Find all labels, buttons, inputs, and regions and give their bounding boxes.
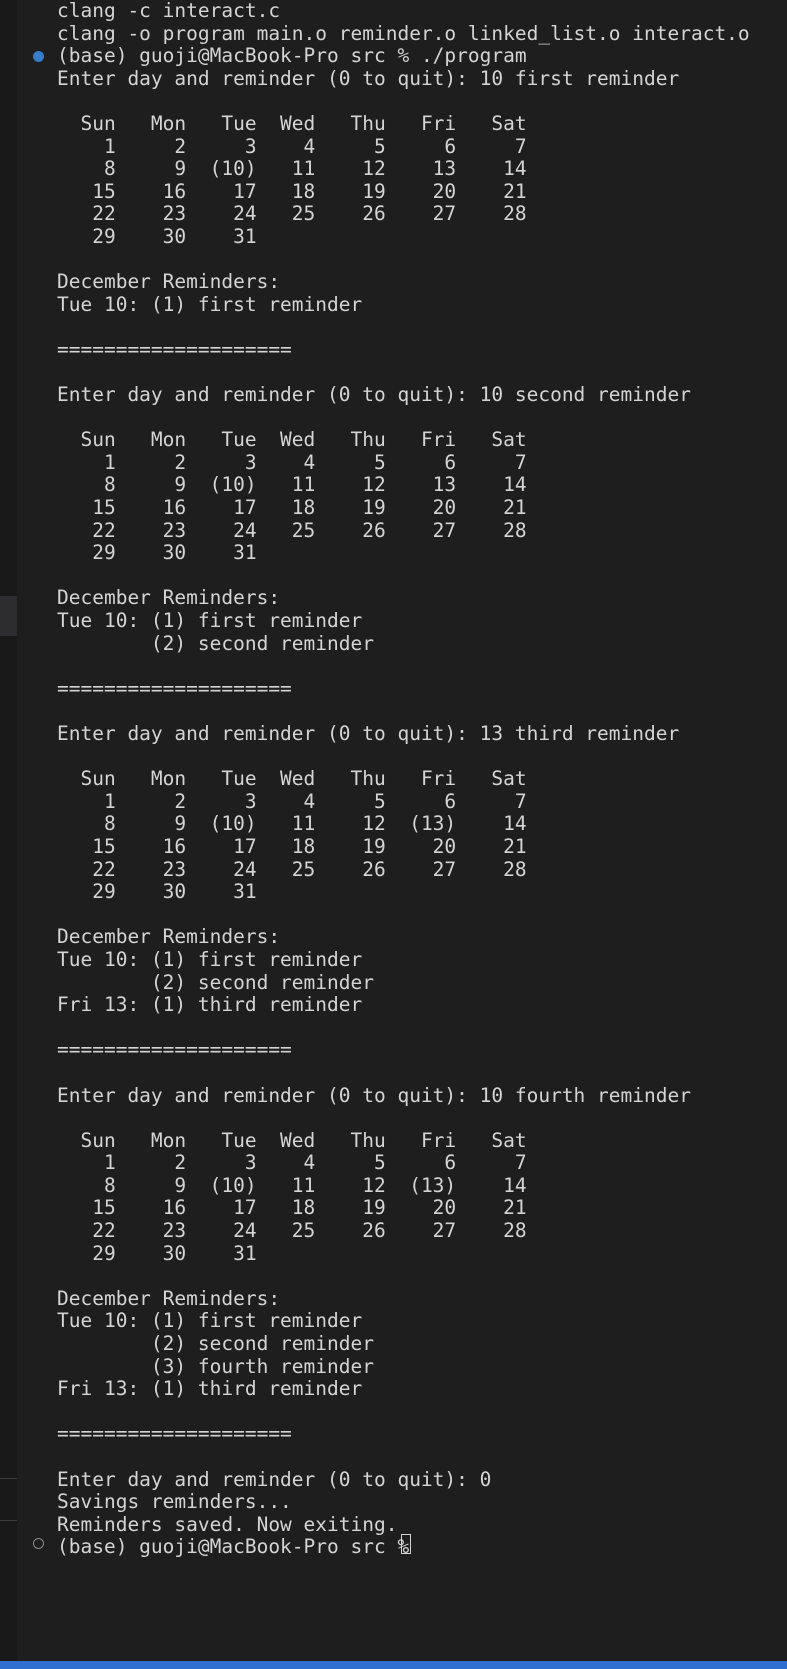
gutter-highlight (0, 596, 17, 636)
terminal-output[interactable]: clang -c interact.c clang -o program main… (57, 0, 787, 1559)
terminal-line: Sun Mon Tue Wed Thu Fri Sat (57, 1128, 527, 1152)
terminal-line: 15 16 17 18 19 20 21 (57, 496, 527, 520)
terminal-line: Enter day and reminder (0 to quit): 10 f… (57, 66, 680, 90)
terminal-window[interactable]: clang -c interact.c clang -o program main… (0, 0, 787, 1669)
terminal-line: Enter day and reminder (0 to quit): 10 s… (57, 383, 691, 407)
terminal-line: 1 2 3 4 5 6 7 (57, 134, 527, 158)
terminal-line: 8 9 (10) 11 12 (13) 14 (57, 1173, 527, 1197)
terminal-line: (base) guoji@MacBook-Pro src % (57, 1535, 421, 1559)
terminal-line: 15 16 17 18 19 20 21 (57, 1196, 527, 1220)
terminal-line: 1 2 3 4 5 6 7 (57, 789, 527, 813)
terminal-line: 29 30 31 (57, 1241, 257, 1265)
terminal-line: (2) second reminder (57, 970, 374, 994)
terminal-line: Sun Mon Tue Wed Thu Fri Sat (57, 767, 527, 791)
terminal-line: Tue 10: (1) first reminder (57, 292, 363, 316)
status-bar (0, 1661, 787, 1669)
terminal-line: Reminders saved. Now exiting. (57, 1512, 398, 1536)
terminal-line: clang -c interact.c (57, 0, 281, 22)
command-decoration-pending-icon[interactable] (33, 1538, 44, 1549)
gutter-divider (0, 1520, 17, 1521)
terminal-line: December Reminders: (57, 586, 281, 610)
terminal-line: 8 9 (10) 11 12 13 14 (57, 473, 527, 497)
terminal-line: Savings reminders... (57, 1490, 292, 1514)
terminal-line: 22 23 24 25 26 27 28 (57, 202, 527, 226)
terminal-line: 8 9 (10) 11 12 (13) 14 (57, 812, 527, 836)
terminal-line: 15 16 17 18 19 20 21 (57, 179, 527, 203)
terminal-line: December Reminders: (57, 1286, 281, 1310)
terminal-line: December Reminders: (57, 270, 281, 294)
terminal-line: ==================== (57, 1422, 292, 1446)
terminal-line: Sun Mon Tue Wed Thu Fri Sat (57, 428, 527, 452)
terminal-line: ==================== (57, 676, 292, 700)
terminal-line: 22 23 24 25 26 27 28 (57, 518, 527, 542)
terminal-line: Enter day and reminder (0 to quit): 10 f… (57, 1083, 691, 1107)
terminal-line: December Reminders: (57, 925, 281, 949)
terminal-cursor (401, 1534, 411, 1554)
terminal-line: Enter day and reminder (0 to quit): 0 (57, 1467, 492, 1491)
terminal-line: Tue 10: (1) first reminder (57, 947, 363, 971)
terminal-line: 15 16 17 18 19 20 21 (57, 834, 527, 858)
terminal-line: Tue 10: (1) first reminder (57, 1309, 363, 1333)
terminal-line: Fri 13: (1) third reminder (57, 1377, 363, 1401)
command-decoration-success-icon[interactable] (33, 51, 44, 62)
terminal-line: 8 9 (10) 11 12 13 14 (57, 157, 527, 181)
terminal-line: Enter day and reminder (0 to quit): 13 t… (57, 722, 680, 745)
terminal-line: 29 30 31 (57, 541, 257, 565)
terminal-line: 22 23 24 25 26 27 28 (57, 1219, 527, 1243)
terminal-line: clang -o program main.o reminder.o linke… (57, 21, 750, 45)
editor-gutter (0, 0, 17, 1669)
terminal-line: Sun Mon Tue Wed Thu Fri Sat (57, 111, 527, 135)
terminal-line: 29 30 31 (57, 224, 257, 248)
terminal-line: 29 30 31 (57, 880, 257, 904)
terminal-line: Fri 13: (1) third reminder (57, 993, 363, 1017)
gutter-divider (0, 1478, 17, 1479)
terminal-line: (2) second reminder (57, 631, 374, 655)
terminal-line: ==================== (57, 1038, 292, 1062)
terminal-line: 1 2 3 4 5 6 7 (57, 1151, 527, 1175)
terminal-line: (2) second reminder (57, 1332, 374, 1356)
terminal-line: 1 2 3 4 5 6 7 (57, 450, 527, 474)
terminal-line: ==================== (57, 337, 292, 361)
terminal-line: Tue 10: (1) first reminder (57, 609, 363, 633)
terminal-line: (base) guoji@MacBook-Pro src % ./program (57, 44, 527, 68)
terminal-line: 22 23 24 25 26 27 28 (57, 857, 527, 881)
terminal-line: (3) fourth reminder (57, 1354, 374, 1378)
